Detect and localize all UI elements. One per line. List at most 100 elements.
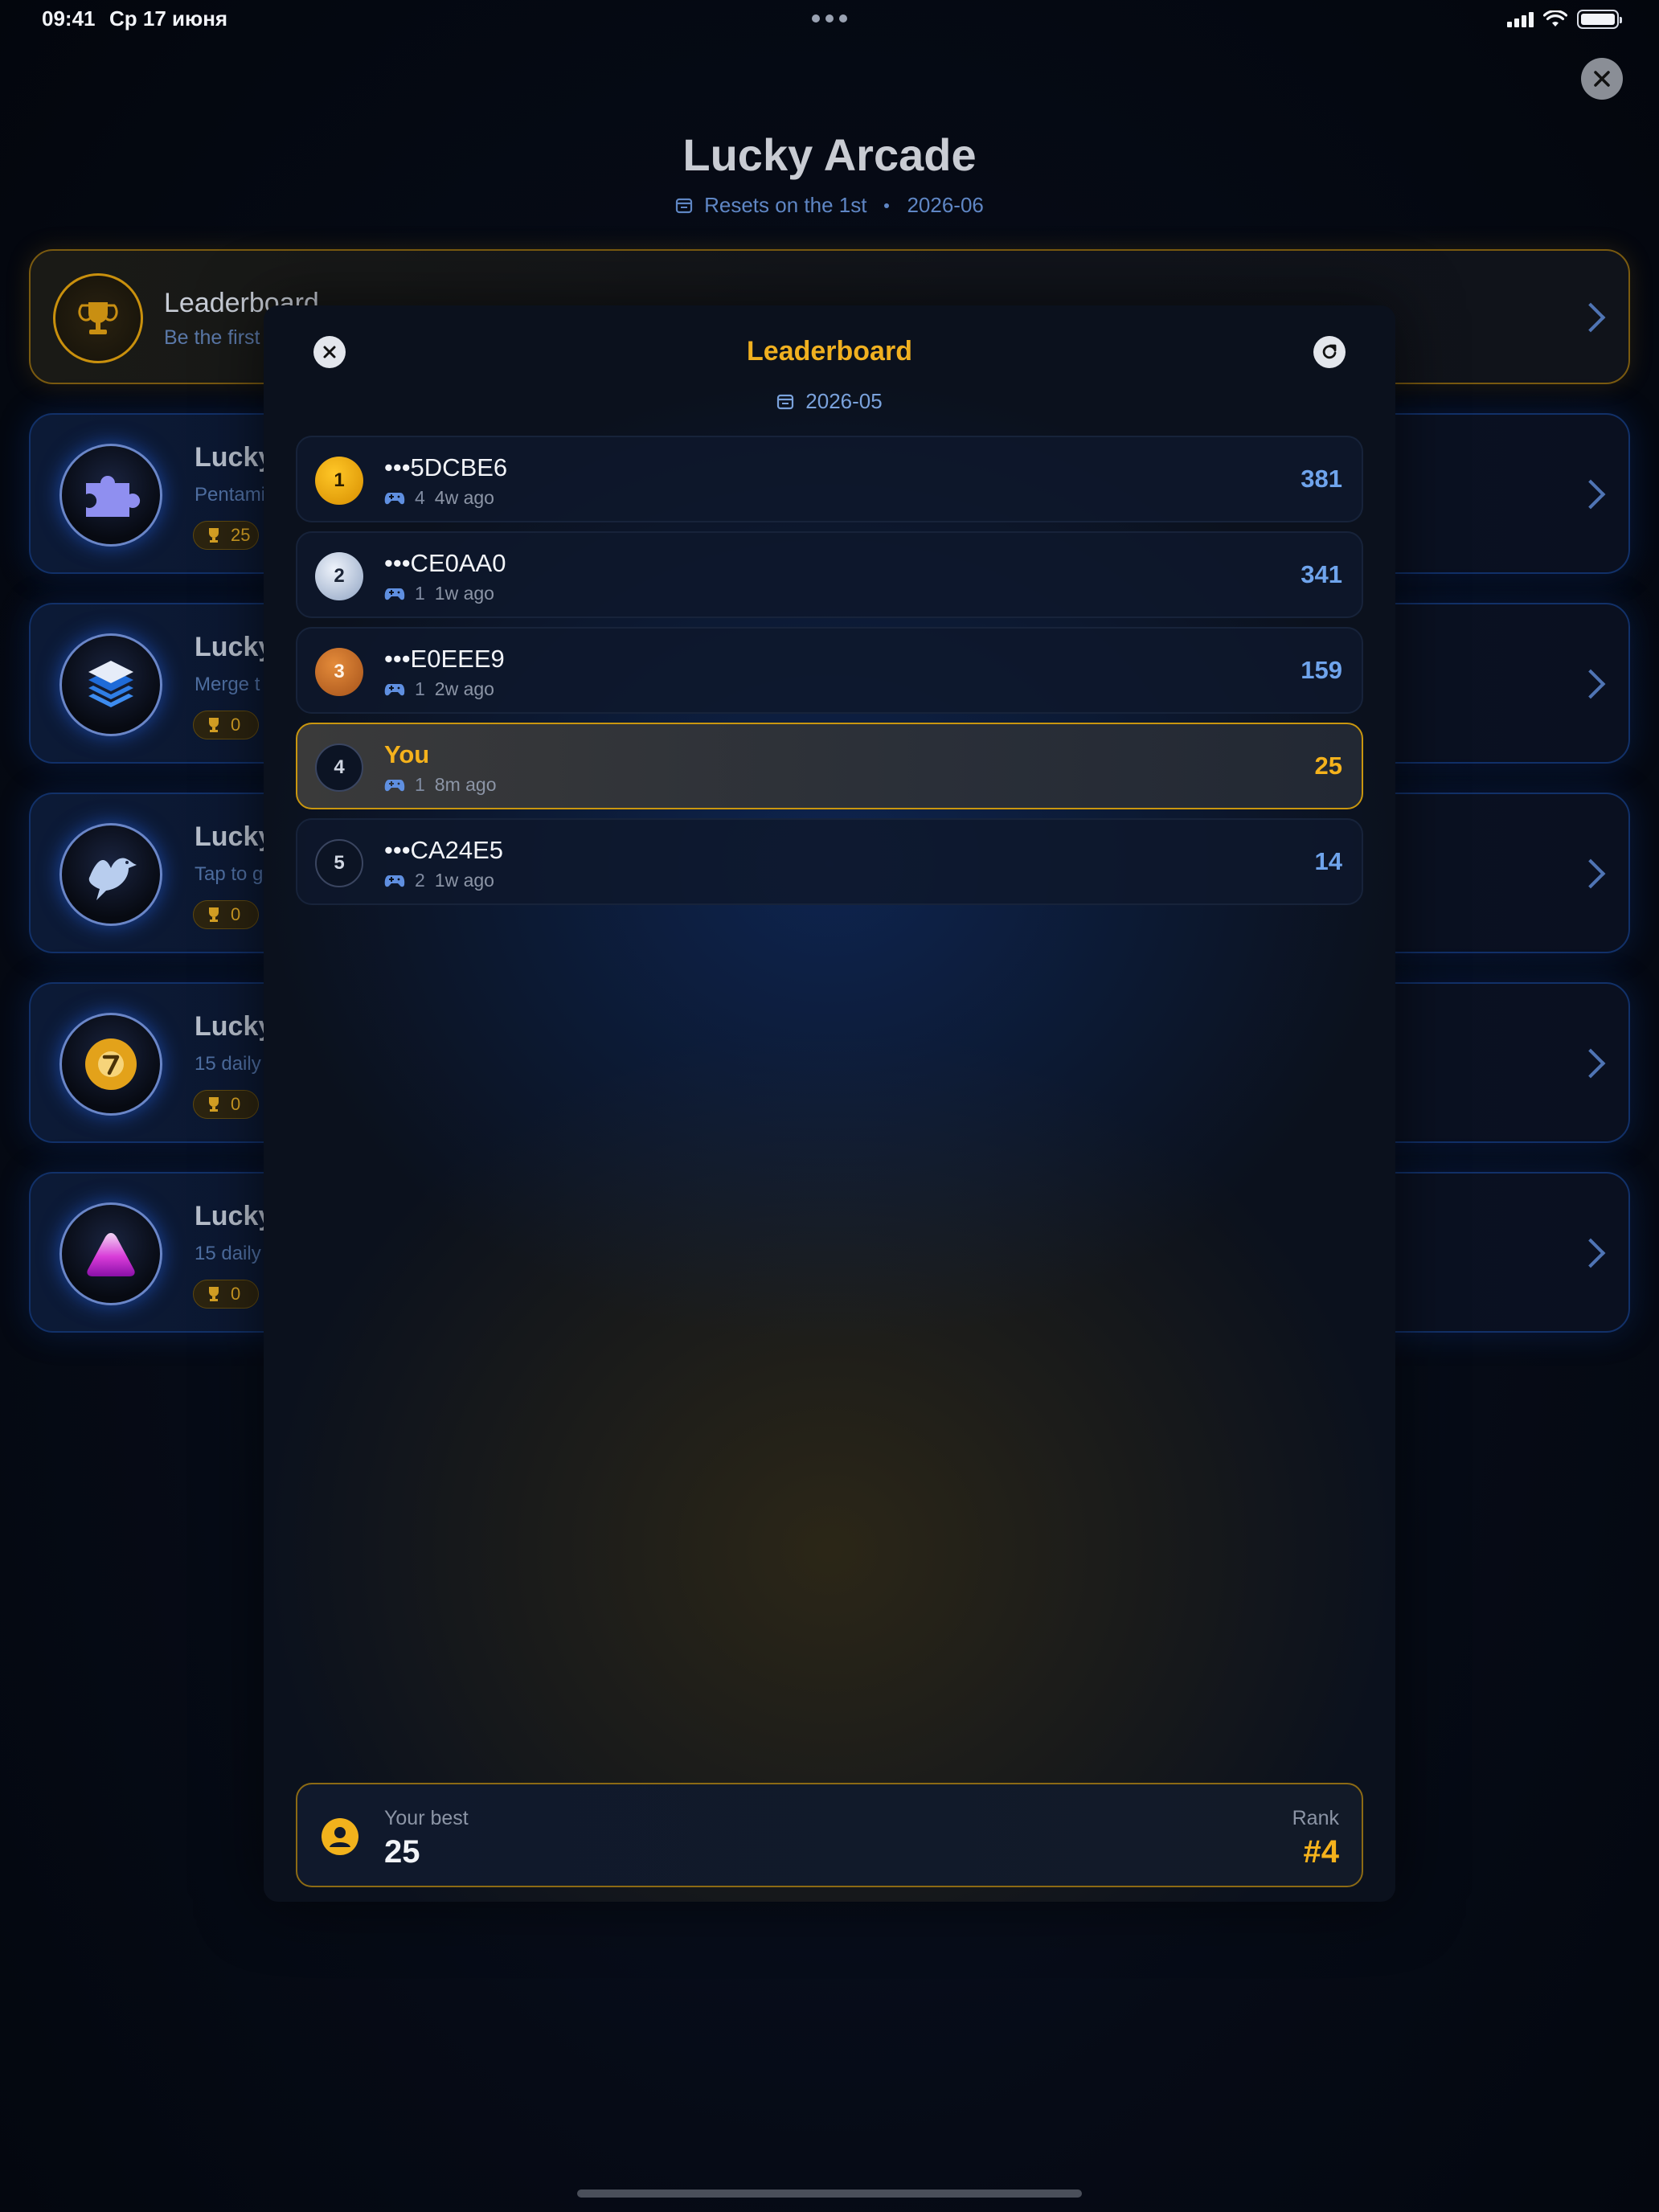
- rank-badge: 5: [315, 839, 363, 887]
- player-meta: 2 1w ago: [384, 870, 494, 891]
- status-time: 09:41: [42, 6, 96, 31]
- period-value: 2026-05: [805, 389, 883, 413]
- gamepad-icon: [384, 683, 405, 695]
- games-played: 4: [415, 487, 425, 508]
- rank-value: #4: [1303, 1834, 1340, 1870]
- your-best-panel: Your best 25 Rank #4: [296, 1783, 1363, 1887]
- chevron-right-icon: [1575, 1238, 1606, 1268]
- leaderboard-row[interactable]: 2 •••CE0AA0 1 1w ago 341: [296, 531, 1363, 618]
- user-avatar-icon: [322, 1818, 358, 1855]
- modal-title: Leaderboard: [747, 336, 912, 367]
- player-score: 381: [1301, 465, 1342, 493]
- trophy-icon: [209, 718, 219, 732]
- last-played: 1w ago: [434, 870, 494, 891]
- refresh-button[interactable]: [1313, 336, 1346, 368]
- trophy-icon: [209, 1287, 219, 1301]
- gamepad-icon: [384, 779, 405, 791]
- last-played: 1w ago: [434, 583, 494, 604]
- status-indicators: [1507, 10, 1622, 29]
- game-title: Lucky: [195, 1201, 274, 1231]
- game-subtitle: Tap to g: [195, 863, 264, 885]
- player-meta: 1 8m ago: [384, 774, 497, 796]
- trophy-badge: 0: [193, 711, 259, 739]
- player-name: You: [384, 740, 430, 768]
- calendar-icon: [676, 198, 693, 213]
- leaderboard-card-subtitle: Be the first: [164, 326, 260, 349]
- player-meta: 4 4w ago: [384, 487, 494, 509]
- chevron-right-icon: [1575, 669, 1606, 699]
- bird-icon: [59, 823, 162, 926]
- player-score: 25: [1314, 752, 1342, 780]
- separator-dot: [884, 203, 890, 208]
- trophy-badge: 0: [193, 1090, 259, 1119]
- game-subtitle: Merge t: [195, 674, 260, 695]
- triangle-icon: [59, 1202, 162, 1305]
- trophy-count: 0: [231, 1284, 241, 1304]
- layers-icon: [59, 633, 162, 736]
- trophy-icon: [209, 528, 219, 543]
- chevron-right-icon: [1575, 858, 1606, 889]
- trophy-badge: 0: [193, 1280, 259, 1309]
- close-icon: [1594, 71, 1610, 87]
- your-best-value: 25: [384, 1834, 420, 1870]
- player-score: 159: [1301, 656, 1342, 684]
- trophy-badge: 25: [193, 521, 259, 550]
- rank-badge: 1: [315, 457, 363, 505]
- gamepad-icon: [384, 492, 405, 504]
- player-name: •••5DCBE6: [384, 453, 508, 481]
- last-played: 4w ago: [434, 487, 494, 508]
- leaderboard-list: 1 •••5DCBE6 4 4w ago 381 2 •••CE0AA0 1 1…: [296, 436, 1363, 914]
- close-button[interactable]: [1581, 58, 1623, 100]
- resets-label: Resets on the 1st: [704, 193, 867, 217]
- player-name: •••CA24E5: [384, 836, 504, 864]
- battery-icon: [1577, 10, 1622, 29]
- calendar-icon: [777, 394, 794, 409]
- games-played: 1: [415, 583, 425, 604]
- chevron-right-icon: [1575, 302, 1606, 333]
- home-indicator[interactable]: [577, 2189, 1082, 2198]
- trophy-badge: 0: [193, 900, 259, 929]
- reset-info: Resets on the 1st 2026-06: [0, 193, 1659, 218]
- ball-seven-icon: [59, 1013, 162, 1116]
- leaderboard-row[interactable]: 1 •••5DCBE6 4 4w ago 381: [296, 436, 1363, 522]
- rank-badge: 3: [315, 648, 363, 696]
- trophy-count: 25: [231, 525, 251, 545]
- game-subtitle: 15 daily: [195, 1243, 261, 1264]
- rank-badge: 4: [315, 743, 363, 792]
- player-name: •••E0EEE9: [384, 645, 505, 673]
- status-bar: 09:41 Ср 17 июня: [0, 0, 1659, 40]
- trophy-count: 0: [231, 904, 241, 924]
- period-label: 2026-05: [264, 389, 1395, 414]
- games-played: 2: [415, 870, 425, 891]
- games-played: 1: [415, 774, 425, 795]
- page-title: Lucky Arcade: [682, 129, 977, 180]
- last-played: 8m ago: [434, 774, 497, 795]
- player-meta: 1 2w ago: [384, 678, 494, 700]
- trophy-count: 0: [231, 1094, 241, 1114]
- leaderboard-row[interactable]: 5 •••CA24E5 2 1w ago 14: [296, 818, 1363, 905]
- leaderboard-row-current-user[interactable]: 4 You 1 8m ago 25: [296, 723, 1363, 809]
- leaderboard-modal: Leaderboard 2026-05 1 •••5DCBE6 4 4w ago…: [264, 305, 1395, 1902]
- gamepad-icon: [384, 588, 405, 600]
- player-meta: 1 1w ago: [384, 583, 494, 604]
- game-subtitle: 15 daily: [195, 1053, 261, 1075]
- current-period: 2026-06: [907, 193, 984, 217]
- trophy-icon: [209, 1097, 219, 1112]
- player-name: •••CE0AA0: [384, 549, 506, 577]
- wifi-icon: [1543, 10, 1567, 27]
- game-subtitle: Pentami: [195, 484, 266, 506]
- games-played: 1: [415, 678, 425, 699]
- game-title: Lucky: [195, 632, 274, 662]
- trophy-icon: [53, 273, 143, 363]
- rank-label: Rank: [1292, 1807, 1339, 1829]
- puzzle-icon: [59, 444, 162, 547]
- last-played: 2w ago: [434, 678, 494, 699]
- refresh-icon: [1322, 344, 1337, 359]
- trophy-icon: [209, 907, 219, 922]
- multitasking-dots-icon[interactable]: [812, 14, 847, 23]
- chevron-right-icon: [1575, 1048, 1606, 1079]
- status-date: Ср 17 июня: [109, 6, 228, 31]
- game-title: Lucky: [195, 442, 274, 473]
- chevron-right-icon: [1575, 479, 1606, 510]
- leaderboard-row[interactable]: 3 •••E0EEE9 1 2w ago 159: [296, 627, 1363, 714]
